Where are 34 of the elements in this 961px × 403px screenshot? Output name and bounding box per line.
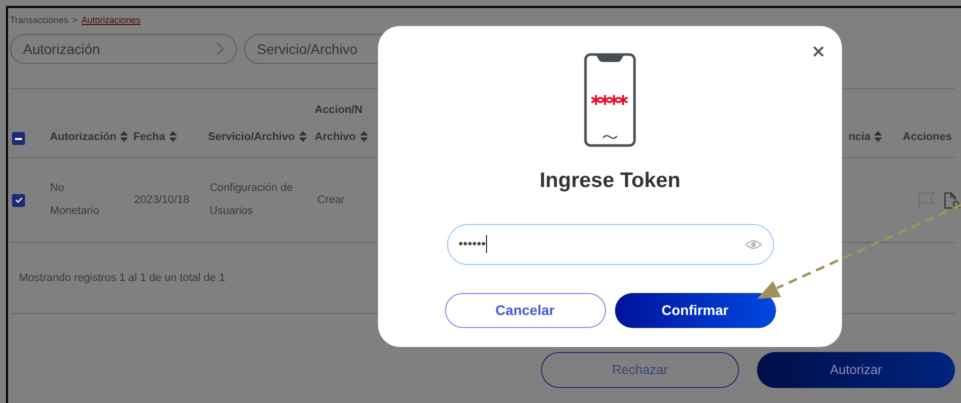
column-header[interactable]: Servicio/Archivo xyxy=(208,128,315,145)
sort-icon[interactable] xyxy=(360,131,368,142)
breadcrumb-separator: > xyxy=(72,14,78,28)
select-all-checkbox[interactable] xyxy=(12,132,25,145)
chevron-right-icon xyxy=(216,42,224,56)
table-cell-text: 2023/10/18 xyxy=(134,192,190,208)
sort-icon[interactable] xyxy=(874,131,882,142)
records-summary: Mostrando registros 1 al 1 de un total de 1 xyxy=(19,270,226,286)
table-cell-text: No Monetario xyxy=(50,181,100,219)
row-checkbox[interactable] xyxy=(12,194,25,206)
table-cell-text: Configuración de Usuarios xyxy=(210,181,294,219)
column-header[interactable]: Autorización xyxy=(50,128,134,145)
breadcrumb-link[interactable]: Autorizaciones xyxy=(81,14,141,28)
table-cell-text: Crear xyxy=(317,192,345,208)
eye-icon[interactable] xyxy=(744,238,762,250)
dialog-title: Ingrese Token xyxy=(540,168,680,194)
column-header[interactable]: Accion/N Archivo xyxy=(314,102,383,145)
close-icon[interactable] xyxy=(813,46,824,57)
phone-icon xyxy=(584,53,636,147)
checkmark-icon xyxy=(14,197,22,203)
sort-icon[interactable] xyxy=(120,131,128,142)
cancel-button[interactable]: Cancelar xyxy=(444,292,606,328)
confirm-button[interactable]: Confirmar xyxy=(614,292,776,328)
token-field[interactable]: •••••• xyxy=(446,224,774,264)
document-search-icon[interactable] xyxy=(944,192,961,208)
reject-button[interactable]: Rechazar xyxy=(541,352,739,388)
breadcrumb-item: Transacciones xyxy=(10,14,68,28)
column-header[interactable]: Fecha xyxy=(133,128,208,145)
sort-icon[interactable] xyxy=(169,131,178,142)
sort-icon[interactable] xyxy=(298,131,307,142)
filter-field[interactable]: Autorización xyxy=(10,34,237,64)
authorize-button[interactable]: Autorizar xyxy=(757,352,955,388)
column-header[interactable]: Acciones xyxy=(902,128,961,145)
column-header[interactable]: ncia xyxy=(848,128,903,145)
